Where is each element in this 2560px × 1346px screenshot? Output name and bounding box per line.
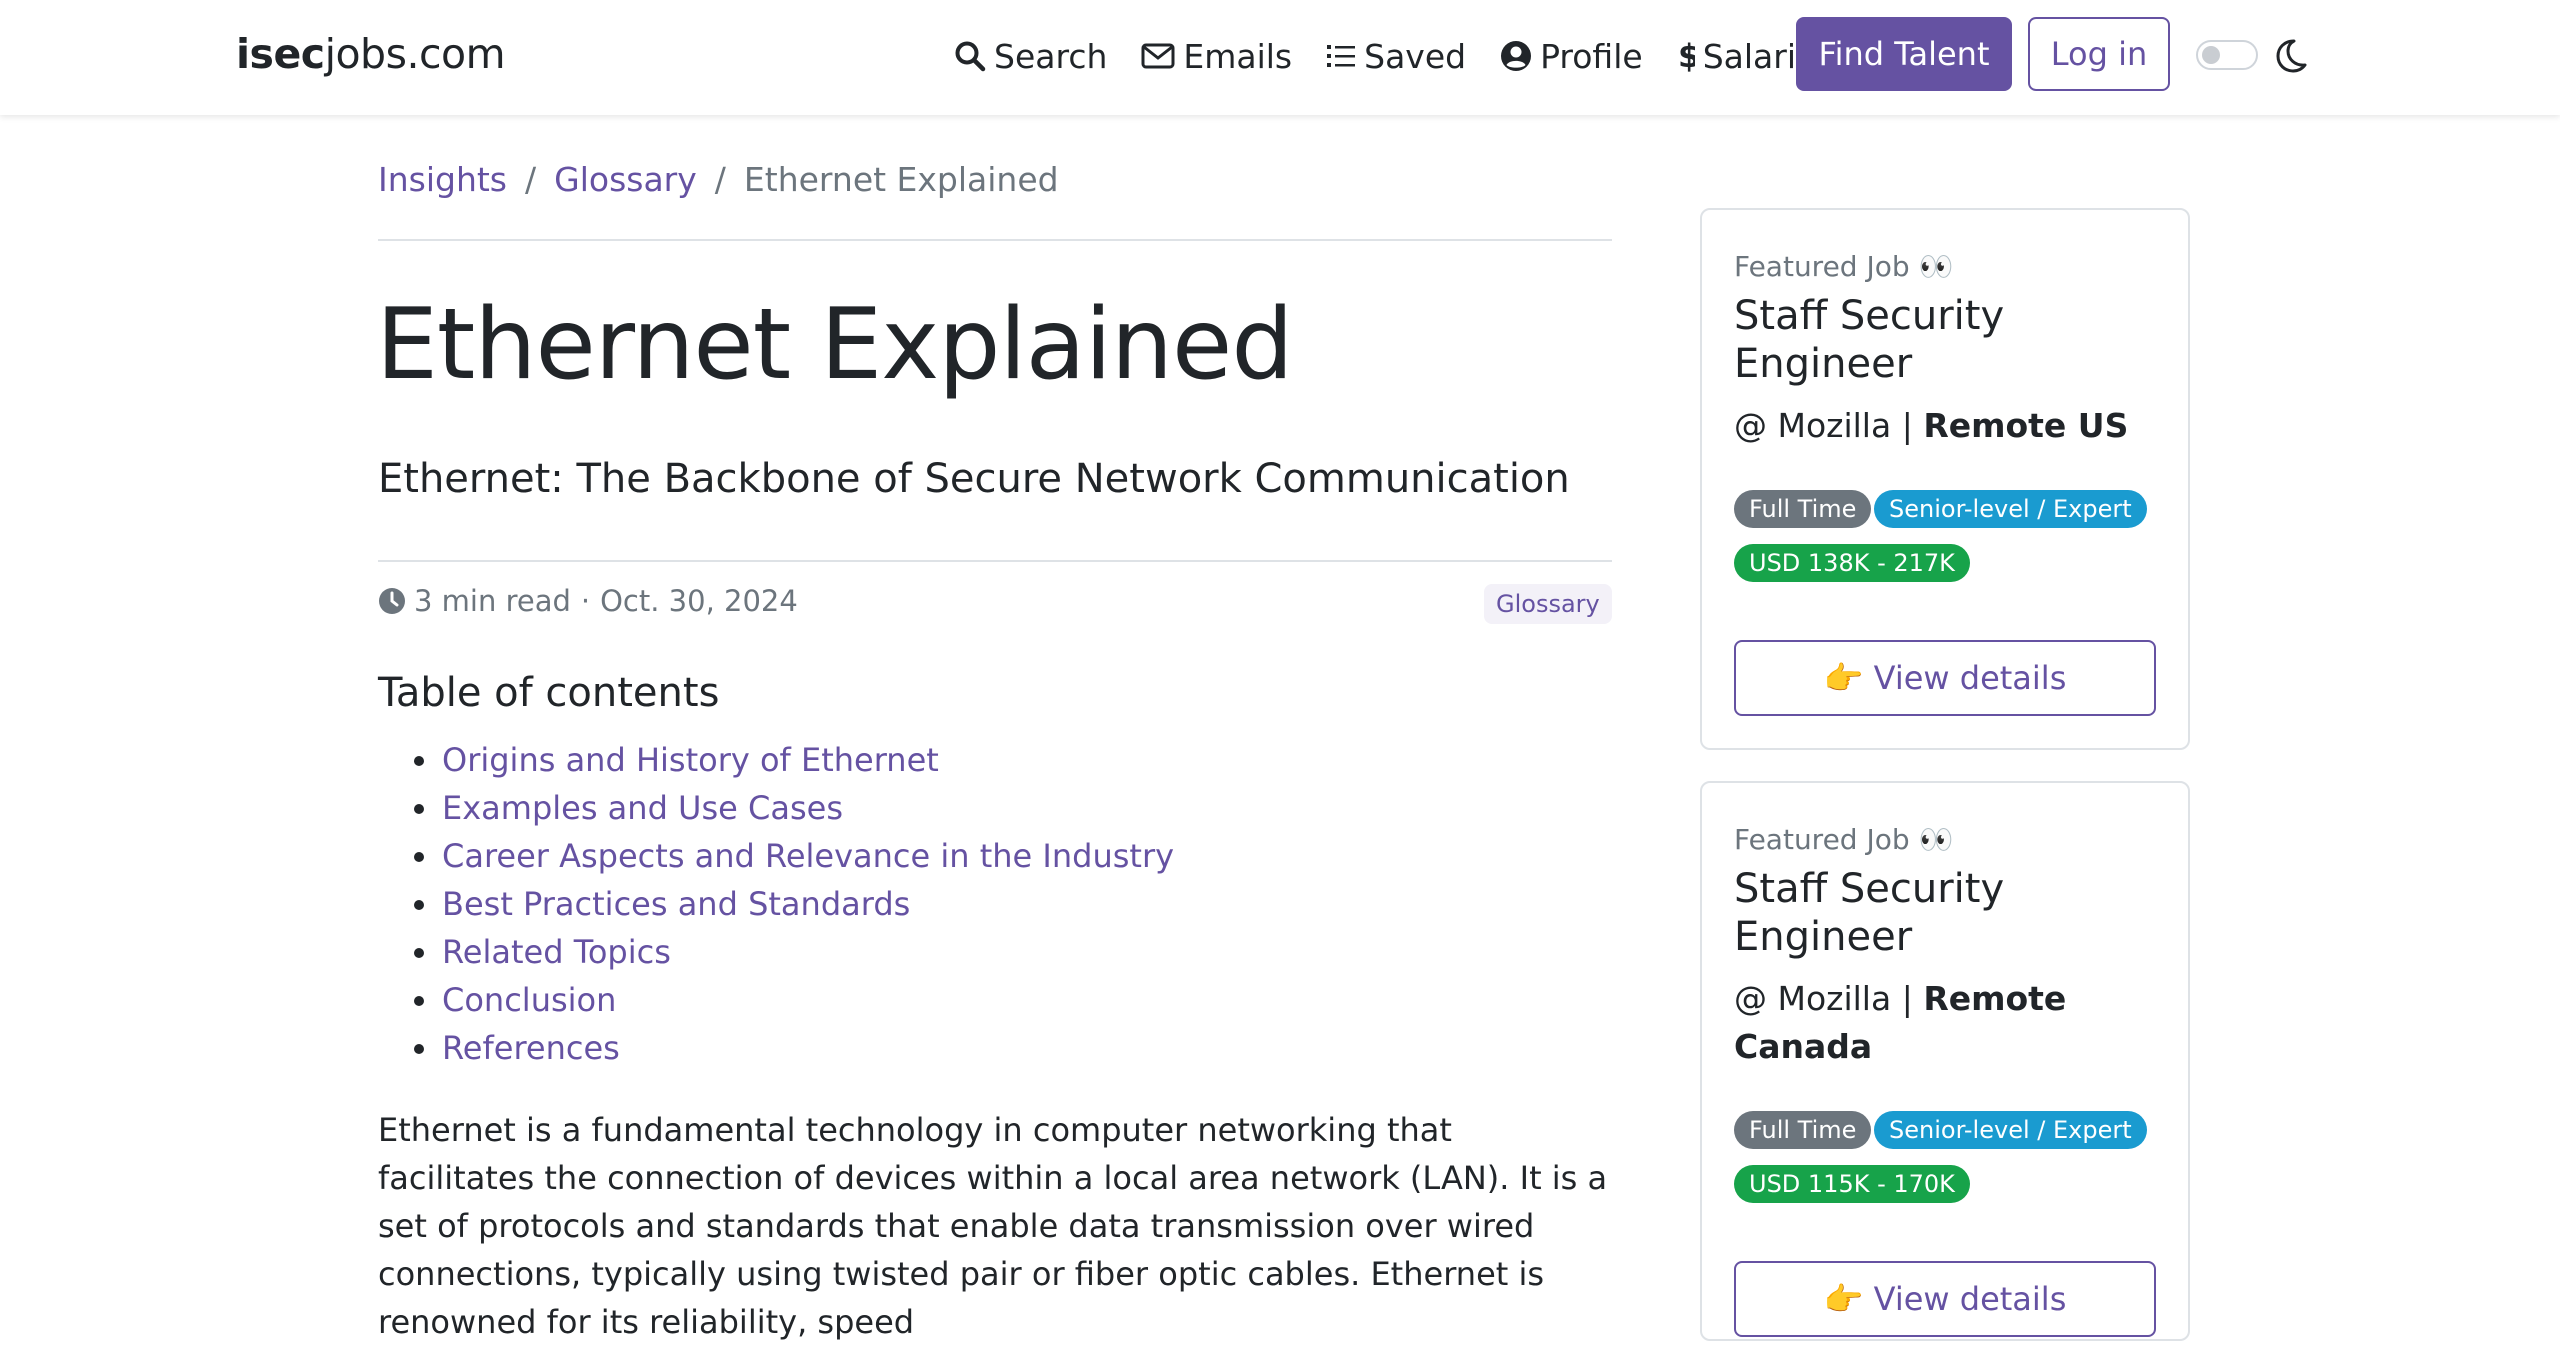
toc-title: Table of contents [378,670,720,716]
breadcrumb-insights[interactable]: Insights [378,160,507,199]
job-location: Remote US [1923,406,2129,445]
job-type-badge: Full Time [1734,1111,1872,1149]
job-salary-badge: USD 138K - 217K [1734,544,1970,582]
toc-item: References [378,1024,1174,1072]
page-subtitle: Ethernet: The Backbone of Secure Network… [378,456,1570,502]
dollar-icon: $ [1678,39,1695,73]
featured-job-card: Featured Job 👀 Staff Security Engineer @… [1700,208,2190,750]
login-button[interactable]: Log in [2028,17,2170,91]
view-details-button[interactable]: 👉 View details [1734,640,2156,716]
toc-item: Best Practices and Standards [378,880,1174,928]
category-badge[interactable]: Glossary [1484,584,1612,624]
site-logo[interactable]: isecjobs.com [236,30,506,78]
read-time: 3 min read [414,584,571,618]
table-of-contents: Origins and History of Ethernet Examples… [378,736,1174,1072]
job-salary-badge: USD 115K - 170K [1734,1165,1970,1203]
job-level-badge: Senior-level / Expert [1874,1111,2147,1149]
list-icon [1327,45,1356,67]
meta-separator: · [580,584,591,618]
nav-emails-link[interactable]: Emails [1141,37,1292,76]
breadcrumb-current: Ethernet Explained [743,160,1059,199]
search-icon [955,41,986,72]
toc-link[interactable]: References [442,1029,620,1067]
toggle-knob [2202,46,2220,64]
breadcrumb-glossary[interactable]: Glossary [554,160,697,199]
dark-mode-toggle[interactable] [2196,40,2258,70]
toc-link[interactable]: Examples and Use Cases [442,789,843,827]
job-title[interactable]: Staff Security Engineer [1734,292,2164,388]
find-talent-button[interactable]: Find Talent [1796,17,2012,91]
moon-icon[interactable] [2274,38,2308,74]
job-type-badge: Full Time [1734,490,1872,528]
job-title[interactable]: Staff Security Engineer [1734,865,2164,961]
toc-link[interactable]: Best Practices and Standards [442,885,910,923]
toc-item: Related Topics [378,928,1174,976]
divider [378,560,1612,562]
clock-icon [379,588,405,614]
top-navbar: isecjobs.com Search Emails Saved Profile… [0,0,2560,115]
featured-job-card: Featured Job 👀 Staff Security Engineer @… [1700,781,2190,1341]
featured-label: Featured Job 👀 [1734,250,1954,283]
toc-link[interactable]: Origins and History of Ethernet [442,741,939,779]
divider [378,239,1612,241]
svg-text:$: $ [1678,39,1695,73]
toc-item: Career Aspects and Relevance in the Indu… [378,832,1174,880]
nav-profile-link[interactable]: Profile [1500,37,1643,76]
featured-label: Featured Job 👀 [1734,823,1954,856]
nav-saved-link[interactable]: Saved [1326,37,1466,76]
toc-item: Origins and History of Ethernet [378,736,1174,784]
breadcrumb-separator: / [714,160,726,199]
breadcrumb: Insights / Glossary / Ethernet Explained [378,160,1059,199]
job-company: @ Mozilla | Remote Canada [1734,979,2067,1066]
job-level-badge: Senior-level / Expert [1874,490,2147,528]
envelope-icon [1141,43,1175,69]
article-intro: Ethernet is a fundamental technology in … [378,1111,1608,1341]
toc-item: Examples and Use Cases [378,784,1174,832]
breadcrumb-separator: / [525,160,537,199]
toc-item: Conclusion [378,976,1174,1024]
toc-link[interactable]: Career Aspects and Relevance in the Indu… [442,837,1174,875]
toc-link[interactable]: Conclusion [442,981,616,1019]
article-meta: 3 min read · Oct. 30, 2024 [378,584,798,618]
job-company: @ Mozilla | Remote US [1734,406,2129,445]
page-title: Ethernet Explained [376,288,1294,402]
nav-search-link[interactable]: Search [954,37,1107,76]
nav-links: Search Emails Saved Profile $ Salaries [954,30,1867,82]
toc-link[interactable]: Related Topics [442,933,671,971]
publish-date: Oct. 30, 2024 [600,584,798,618]
view-details-button[interactable]: 👉 View details [1734,1261,2156,1337]
user-circle-icon [1501,41,1532,71]
